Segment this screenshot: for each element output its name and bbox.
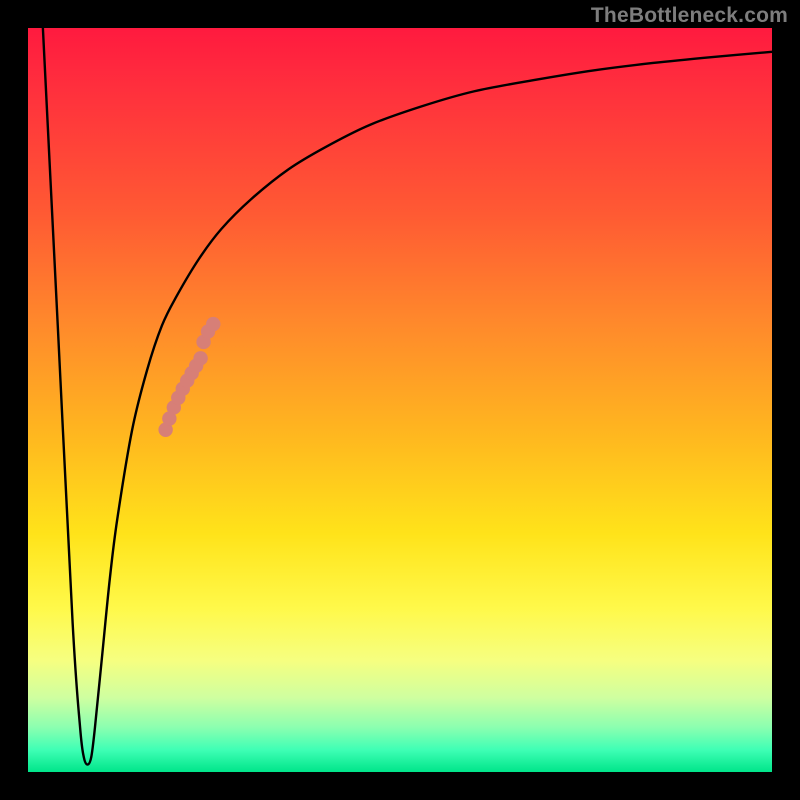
bottleneck-curve [43, 28, 772, 765]
curve-svg [28, 28, 772, 772]
highlight-dots [158, 317, 220, 437]
chart-stage: TheBottleneck.com [0, 0, 800, 800]
plot-area [28, 28, 772, 772]
watermark-text: TheBottleneck.com [591, 4, 788, 28]
